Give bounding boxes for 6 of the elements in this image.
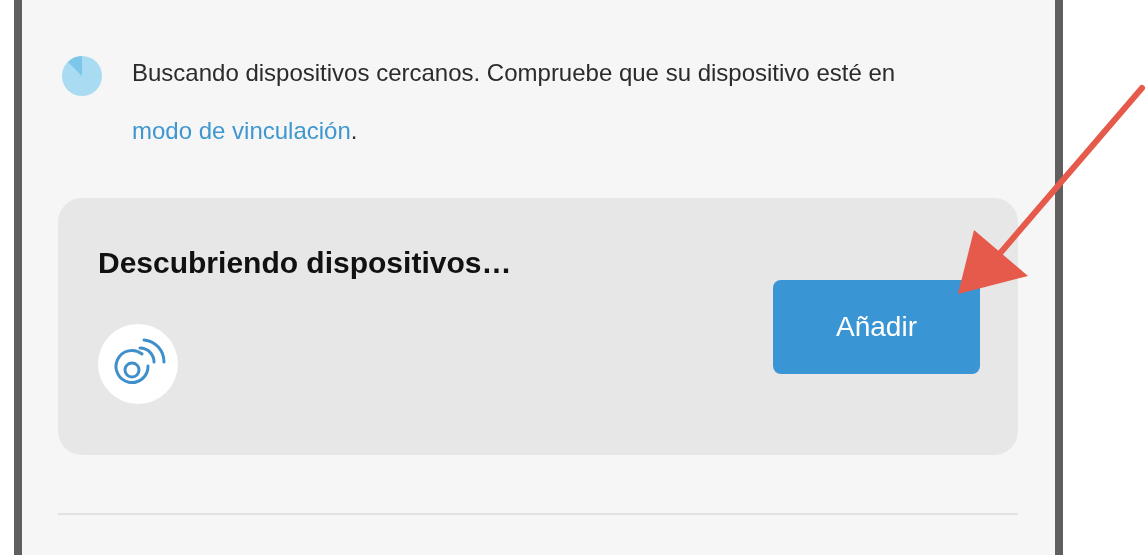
card-title: Descubriendo dispositivos… bbox=[98, 246, 512, 280]
notice-text: Buscando dispositivos cercanos. Compruebe que su dispositivo esté en modo de vinculación. bbox=[132, 58, 897, 146]
add-button[interactable]: Añadir bbox=[773, 280, 980, 374]
pairing-mode-link[interactable]: modo de vinculación bbox=[132, 117, 351, 144]
signal-device-icon bbox=[98, 324, 178, 404]
loading-spinner-icon bbox=[62, 56, 102, 96]
